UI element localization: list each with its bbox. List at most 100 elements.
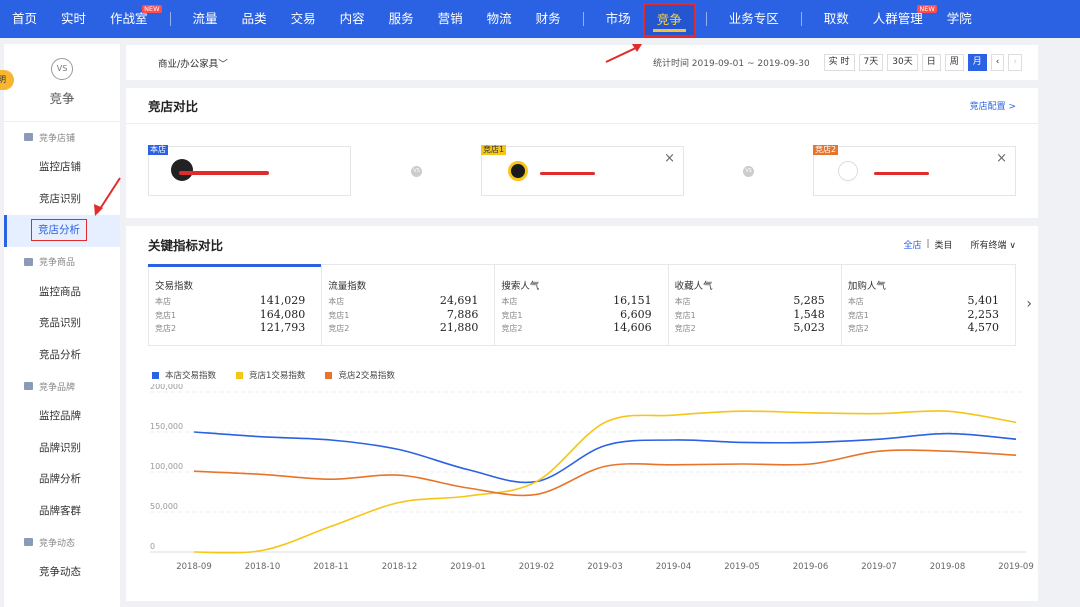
metric-store-label: 本店 bbox=[674, 297, 691, 306]
vs-icon: VS bbox=[743, 166, 754, 177]
sidebar-item-label: 竞争动态 bbox=[39, 566, 81, 578]
metric-row: 竞店2 14,606 bbox=[501, 321, 661, 335]
metric-store-label: 竞店2 bbox=[328, 324, 350, 333]
sidebar-item[interactable]: 品牌识别 bbox=[4, 433, 120, 465]
store-card-own[interactable]: 本店 bbox=[148, 145, 351, 196]
sidebar-item[interactable]: 竞店分析 bbox=[4, 215, 120, 247]
metric-store-label: 竞店2 bbox=[501, 324, 523, 333]
metric-card[interactable]: 流量指数 本店 24,691 竞店1 7,886 竞店2 21,880 bbox=[322, 265, 496, 345]
period-button[interactable]: 月 bbox=[967, 54, 987, 71]
y-tick-label: 0 bbox=[150, 542, 155, 551]
nav-item[interactable]: 财务 bbox=[524, 0, 573, 38]
metric-title: 交易指数 bbox=[155, 281, 194, 292]
nav-item-label: 人群管理 bbox=[872, 11, 923, 26]
sidebar-item[interactable]: 竞品分析 bbox=[4, 340, 120, 372]
redacted-name bbox=[540, 172, 595, 175]
store-card-competitor-1[interactable]: 竞店1 × bbox=[481, 145, 684, 196]
close-icon[interactable]: × bbox=[996, 151, 1007, 166]
chevron-down-icon: ﹀ bbox=[218, 58, 228, 70]
chevron-right-icon[interactable]: › bbox=[1026, 296, 1032, 312]
metric-cards: 交易指数 本店 141,029 竞店1 164,080 竞店2 121,793 流量指数 本店 2… bbox=[147, 264, 1016, 346]
metric-card[interactable]: 交易指数 本店 141,029 竞店1 164,080 竞店2 121,793 bbox=[147, 264, 323, 345]
period-button[interactable]: 实 时 bbox=[823, 54, 855, 71]
nav-item[interactable]: 取数 bbox=[812, 0, 861, 38]
nav-item[interactable]: 内容 bbox=[328, 0, 377, 38]
metric-store-label: 竞店1 bbox=[155, 310, 177, 320]
period-button[interactable]: 日 bbox=[921, 54, 941, 71]
x-tick-label: 2018-11 bbox=[313, 562, 349, 572]
nav-item[interactable]: 业务专区 bbox=[717, 0, 791, 38]
metric-store-label: 本店 bbox=[155, 297, 171, 306]
nav-item-label: 作战室 bbox=[110, 11, 148, 26]
sidebar-item[interactable]: 竞品识别 bbox=[4, 308, 120, 340]
metric-row: 竞店1 1,548 bbox=[675, 308, 835, 322]
nav-separator bbox=[800, 12, 802, 26]
metric-row: 本店 24,691 bbox=[328, 294, 488, 308]
nav-item-label: 交易 bbox=[290, 11, 316, 26]
nav-item-label: 业务专区 bbox=[728, 11, 779, 26]
nav-item[interactable]: 营销 bbox=[426, 0, 475, 38]
period-button[interactable]: 周 bbox=[944, 54, 964, 71]
sidebar-item[interactable]: 竞争动态 bbox=[4, 557, 120, 589]
vs-icon: VS bbox=[51, 58, 73, 80]
scope-all-store-toggle[interactable]: 全店 bbox=[903, 238, 921, 251]
nav-item[interactable]: 人群管理 NEW bbox=[861, 0, 937, 38]
legend-label: 竞店1交易指数 bbox=[249, 371, 306, 381]
nav-item[interactable]: 品类 bbox=[230, 0, 279, 38]
store-card-competitor-2[interactable]: 竞店2 × bbox=[813, 145, 1016, 196]
sidebar-item[interactable]: 品牌分析 bbox=[4, 464, 120, 496]
nav-item[interactable]: 首页 bbox=[0, 0, 49, 38]
sidebar-item[interactable]: 品牌客群 bbox=[4, 496, 120, 528]
nav-item[interactable]: 竞争 bbox=[642, 3, 696, 37]
metric-card[interactable]: 加购人气 本店 5,401 竞店1 2,253 竞店2 4,570 bbox=[842, 265, 1015, 345]
nav-item[interactable]: 交易 bbox=[279, 0, 328, 38]
metric-title: 收藏人气 bbox=[674, 281, 713, 292]
sidebar-item[interactable]: 监控商品 bbox=[4, 277, 120, 309]
legend-item[interactable]: 本店交易指数 bbox=[152, 369, 216, 381]
prev-period-button[interactable]: ‹ bbox=[990, 54, 1005, 71]
category-selector[interactable]: 商业/办公家具﹀ bbox=[158, 56, 228, 70]
metrics-title: 关键指标对比 bbox=[148, 237, 224, 253]
x-tick-label: 2019-01 bbox=[450, 562, 486, 572]
sidebar-item[interactable]: 监控品牌 bbox=[4, 401, 120, 433]
close-icon[interactable]: × bbox=[664, 151, 675, 166]
metric-row: 本店 5,401 bbox=[848, 294, 1009, 308]
legend-item[interactable]: 竞店2交易指数 bbox=[325, 369, 395, 381]
legend-item[interactable]: 竞店1交易指数 bbox=[236, 369, 305, 381]
nav-item[interactable]: 作战室 NEW bbox=[98, 0, 162, 38]
metric-store-label: 竞店1 bbox=[501, 310, 523, 320]
building-icon bbox=[24, 538, 33, 546]
scope-category-toggle[interactable]: 类目 bbox=[935, 238, 953, 251]
sidebar-item[interactable]: 监控店铺 bbox=[4, 152, 120, 184]
redacted-name bbox=[179, 171, 269, 175]
period-button[interactable]: 7天 bbox=[858, 54, 884, 71]
sidebar-title: 竞争 bbox=[49, 91, 75, 106]
terminal-dropdown[interactable]: 所有终端 ∨ bbox=[971, 238, 1016, 251]
sidebar-item-label: 品牌客群 bbox=[39, 504, 81, 517]
metric-store-label: 本店 bbox=[847, 297, 864, 306]
metric-value: 21,880 bbox=[439, 321, 479, 334]
sidebar-item-label: 监控品牌 bbox=[39, 410, 81, 422]
nav-item[interactable]: 流量 bbox=[181, 0, 230, 38]
store-tag: 竞店1 bbox=[481, 145, 507, 155]
nav-item[interactable]: 学院 bbox=[935, 0, 984, 38]
sidebar-item-label: 监控商品 bbox=[39, 285, 81, 298]
nav-item[interactable]: 服务 bbox=[377, 0, 426, 38]
metric-card[interactable]: 搜索人气 本店 16,151 竞店1 6,609 竞店2 14,606 bbox=[495, 265, 669, 345]
nav-item[interactable]: 物流 bbox=[475, 0, 524, 38]
series-line[interactable] bbox=[193, 431, 1017, 484]
nav-item[interactable]: 实时 bbox=[49, 0, 98, 38]
nav-item[interactable]: 市场 bbox=[594, 0, 643, 38]
metric-store-label: 竞店1 bbox=[674, 310, 696, 320]
metric-store-label: 竞店1 bbox=[847, 310, 869, 320]
metric-row: 竞店1 2,253 bbox=[848, 308, 1009, 322]
period-button[interactable]: 30天 bbox=[887, 54, 918, 71]
series-line[interactable] bbox=[193, 449, 1017, 497]
next-period-button[interactable]: › bbox=[1008, 54, 1022, 71]
store-tag: 竞店2 bbox=[813, 145, 839, 155]
legend-label: 本店交易指数 bbox=[165, 371, 217, 381]
metric-row: 本店 141,029 bbox=[155, 294, 315, 308]
competitor-config-link[interactable]: 竞店配置 > bbox=[970, 99, 1016, 112]
metric-card[interactable]: 收藏人气 本店 5,285 竞店1 1,548 竞店2 5,023 bbox=[669, 265, 842, 345]
sidebar-item[interactable]: 竞店识别 bbox=[4, 184, 120, 216]
